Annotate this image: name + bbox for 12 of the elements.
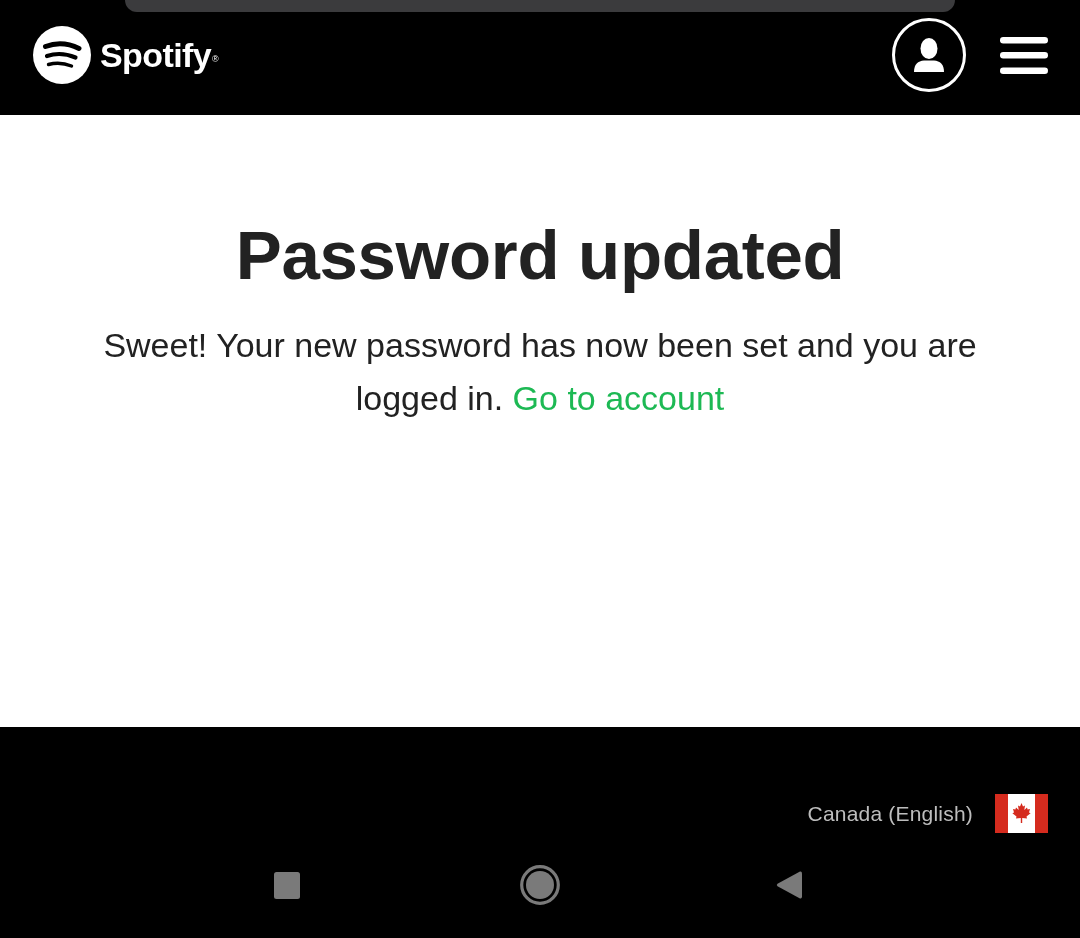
person-icon: [912, 38, 946, 72]
country-selector[interactable]: Canada (English): [807, 794, 1048, 833]
page-heading: Password updated: [235, 216, 845, 296]
circle-icon[interactable]: [520, 865, 560, 905]
flag-icon: [995, 794, 1048, 833]
triangle-icon[interactable]: [776, 870, 802, 900]
account-button[interactable]: [892, 18, 966, 92]
logo-icon[interactable]: [33, 26, 91, 84]
menu-icon[interactable]: [1000, 36, 1048, 74]
square-icon[interactable]: [274, 871, 300, 899]
logo-wordmark[interactable]: Spotify$^{®}$: [100, 35, 219, 75]
message-text: Sweet! Your new password has now been set and you are logged in. Go to account: [102, 325, 978, 419]
